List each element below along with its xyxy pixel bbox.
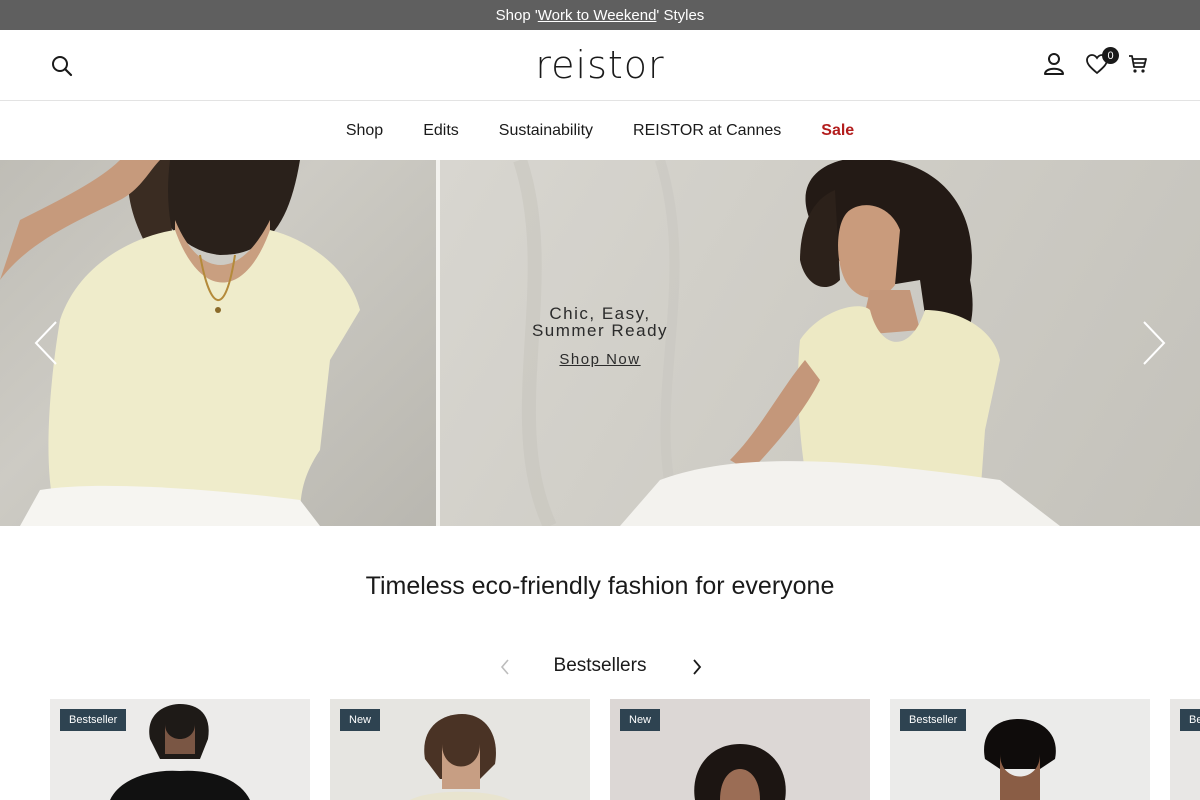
account-button[interactable] bbox=[1040, 50, 1068, 78]
product-card[interactable]: Be bbox=[1170, 699, 1200, 800]
hero-image-left bbox=[0, 160, 436, 526]
bestsellers-title[interactable]: Bestsellers bbox=[500, 652, 700, 680]
hero-headline: Chic, Easy, Summer Ready bbox=[531, 304, 669, 340]
main-nav: Shop Edits Sustainability REISTOR at Can… bbox=[0, 101, 1200, 160]
brand-tagline: Timeless eco-friendly fashion for everyo… bbox=[365, 572, 835, 600]
product-card[interactable]: Bestseller bbox=[890, 699, 1150, 800]
nav-item-cannes[interactable]: REISTOR at Cannes bbox=[633, 122, 781, 140]
site-header: reistor 0 bbox=[0, 30, 1200, 101]
hero-banner[interactable]: Chic, Easy, Summer Ready Shop Now bbox=[0, 160, 1200, 526]
announcement-bar: Shop ' Work to Weekend ' Styles bbox=[0, 0, 1200, 30]
nav-item-edits[interactable]: Edits bbox=[423, 122, 459, 140]
cart-icon bbox=[1129, 55, 1147, 73]
hero-prev-button[interactable] bbox=[32, 320, 62, 366]
product-card[interactable]: Bestseller bbox=[50, 699, 310, 800]
product-card[interactable]: New bbox=[610, 699, 870, 800]
hero-text: Chic, Easy, Summer Ready Shop Now bbox=[500, 305, 700, 369]
chevron-right-icon bbox=[693, 659, 702, 675]
site-logo[interactable]: reistor bbox=[480, 40, 720, 90]
search-button[interactable] bbox=[48, 52, 76, 80]
announcement-suffix: ' Styles bbox=[656, 6, 705, 24]
product-badge: New bbox=[340, 709, 381, 731]
nav-item-shop[interactable]: Shop bbox=[346, 122, 383, 140]
product-card[interactable]: New bbox=[330, 699, 590, 800]
nav-item-sustainability[interactable]: Sustainability bbox=[499, 122, 593, 140]
bestsellers-header: Bestsellers bbox=[0, 652, 1200, 682]
account-icon bbox=[1044, 53, 1064, 75]
cart-button[interactable] bbox=[1124, 50, 1152, 78]
search-icon bbox=[52, 56, 73, 77]
product-badge: Bestseller bbox=[900, 709, 967, 731]
wishlist-count-badge: 0 bbox=[1102, 47, 1119, 64]
product-carousel: Bestseller New New Bestseller Be bbox=[0, 699, 1200, 800]
hero-shop-now-link[interactable]: Shop Now bbox=[559, 351, 640, 368]
product-badge: New bbox=[620, 709, 661, 731]
announcement-link[interactable]: Work to Weekend bbox=[538, 7, 657, 24]
product-badge: Bestseller bbox=[60, 709, 127, 731]
chevron-right-icon bbox=[1143, 321, 1166, 365]
nav-item-sale[interactable]: Sale bbox=[821, 122, 854, 140]
announcement-prefix: Shop ' bbox=[495, 6, 538, 24]
bestsellers-next-button[interactable] bbox=[688, 657, 706, 677]
hero-next-button[interactable] bbox=[1138, 320, 1168, 366]
chevron-left-icon bbox=[34, 321, 57, 365]
product-badge: Be bbox=[1180, 709, 1200, 731]
